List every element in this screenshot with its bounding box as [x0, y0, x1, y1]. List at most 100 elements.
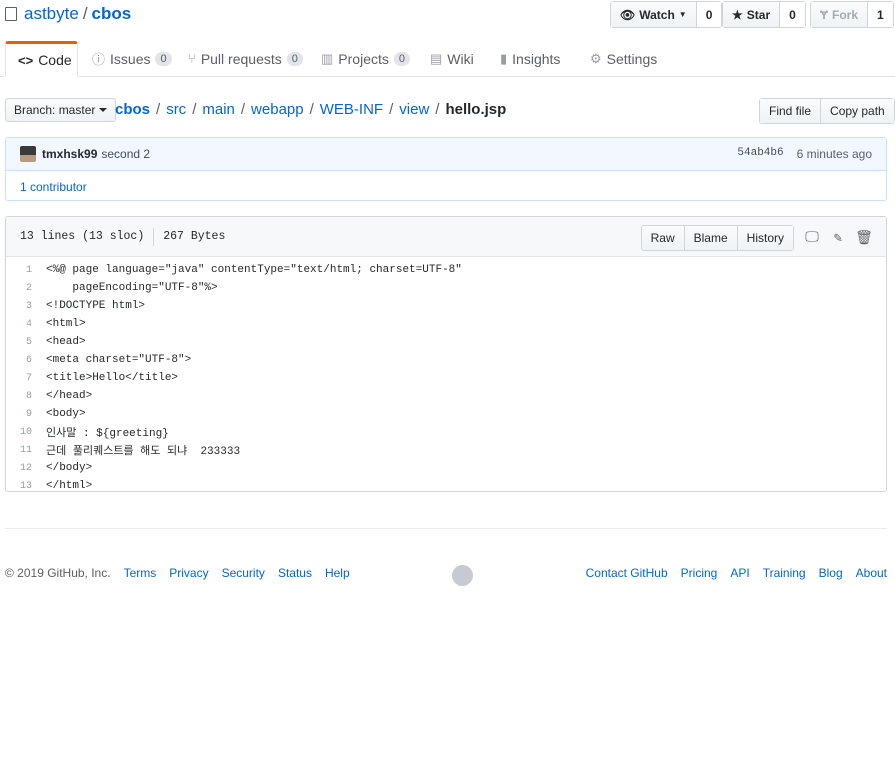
- tab-issues[interactable]: ⓘ Issues 0: [80, 41, 184, 76]
- repo-owner-link[interactable]: astbyte: [24, 4, 79, 24]
- tab-settings[interactable]: ⚙ Settings: [578, 41, 669, 76]
- tab-insights[interactable]: ▮ Insights: [488, 41, 572, 76]
- footer-link-blog[interactable]: Blog: [819, 566, 843, 580]
- fork-count[interactable]: 1: [868, 2, 893, 27]
- footer-link-api[interactable]: API: [730, 566, 749, 580]
- footer-link-privacy[interactable]: Privacy: [169, 566, 208, 580]
- code-line: 3 <!DOCTYPE html>: [6, 297, 886, 315]
- book-icon: ▤: [430, 50, 443, 66]
- line-number[interactable]: 3: [6, 301, 46, 312]
- line-number[interactable]: 1: [6, 265, 46, 276]
- line-content: <!DOCTYPE html>: [46, 300, 146, 312]
- footer-left: © 2019 GitHub, Inc. Terms Privacy Securi…: [5, 566, 350, 580]
- line-content: <%@ page language="java" contentType="te…: [46, 264, 462, 276]
- line-number[interactable]: 13: [6, 481, 46, 492]
- avatar[interactable]: [20, 146, 36, 162]
- code-line: 9 <body>: [6, 405, 886, 423]
- file-header: 13 lines (13 sloc) 267 Bytes Raw Blame H…: [6, 217, 886, 257]
- line-number[interactable]: 7: [6, 373, 46, 384]
- tab-projects[interactable]: ▥ Projects 0: [309, 41, 422, 76]
- watch-count[interactable]: 0: [696, 2, 722, 27]
- issues-counter: 0: [155, 51, 172, 66]
- code-line: 12 </body>: [6, 459, 886, 477]
- star-count[interactable]: 0: [780, 2, 805, 27]
- graph-icon: ▮: [500, 50, 508, 66]
- footer-link-pricing[interactable]: Pricing: [681, 566, 718, 580]
- code-line: 6 <meta charset="UTF-8">: [6, 351, 886, 369]
- code-icon: <>: [18, 52, 34, 68]
- star-group: ★ Star 0: [722, 1, 806, 28]
- history-button[interactable]: History: [737, 226, 793, 250]
- tab-label: Issues: [110, 50, 151, 67]
- code-line: 10 인사말 : ${greeting}: [6, 423, 886, 441]
- star-button[interactable]: ★ Star: [723, 2, 781, 27]
- file-lines-info: 13 lines (13 sloc): [20, 230, 145, 243]
- tab-label: Code: [38, 52, 72, 68]
- fork-button[interactable]: Ɏ Fork: [811, 2, 869, 27]
- breadcrumb-item[interactable]: src: [166, 101, 186, 118]
- line-number[interactable]: 10: [6, 427, 46, 438]
- fork-label: Fork: [832, 7, 859, 22]
- find-file-button[interactable]: Find file: [760, 99, 822, 123]
- desktop-icon[interactable]: 🖵: [804, 230, 820, 246]
- footer-link-about[interactable]: About: [856, 566, 887, 580]
- line-number[interactable]: 12: [6, 463, 46, 474]
- repo-separator: /: [82, 4, 88, 23]
- tab-wiki[interactable]: ▤ Wiki: [418, 41, 486, 76]
- line-number[interactable]: 11: [6, 445, 46, 456]
- line-number[interactable]: 6: [6, 355, 46, 366]
- footer-link-status[interactable]: Status: [278, 566, 312, 580]
- footer-link-training[interactable]: Training: [763, 566, 806, 580]
- code-line: 13 </html>: [6, 477, 886, 495]
- trash-icon[interactable]: 🗑: [855, 230, 873, 247]
- github-logo-icon[interactable]: [452, 565, 473, 586]
- raw-button[interactable]: Raw: [641, 226, 685, 250]
- footer-copyright: © 2019 GitHub, Inc.: [5, 566, 111, 580]
- breadcrumb-item[interactable]: cbos: [115, 101, 150, 118]
- line-number[interactable]: 5: [6, 337, 46, 348]
- line-number[interactable]: 8: [6, 391, 46, 402]
- breadcrumb-separator: /: [435, 101, 440, 118]
- breadcrumb: cbos / src / main / webapp / WEB-INF / view / …: [115, 101, 506, 118]
- file-actions: Raw Blame History 🖵 ✎ 🗑: [640, 225, 873, 251]
- footer-link-contact[interactable]: Contact GitHub: [586, 566, 668, 580]
- line-content: 인사말 : ${greeting}: [46, 428, 169, 440]
- commit-sha-link[interactable]: 54ab4b6: [737, 147, 783, 161]
- projects-counter: 0: [393, 51, 410, 66]
- footer-right: Contact GitHub Pricing API Training Blog…: [586, 566, 887, 580]
- tab-pull-requests[interactable]: ⑂ Pull requests 0: [176, 41, 315, 76]
- breadcrumb-separator: /: [309, 101, 314, 118]
- watch-button[interactable]: 👁 Watch ▼: [611, 2, 697, 27]
- code-line: 5 <head>: [6, 333, 886, 351]
- star-label: Star: [746, 7, 771, 22]
- line-content: </head>: [46, 390, 93, 402]
- line-number[interactable]: 2: [6, 283, 46, 294]
- repo-name-link[interactable]: cbos: [92, 4, 132, 24]
- pull-request-icon: ⑂: [188, 51, 196, 66]
- eye-icon: 👁: [620, 7, 636, 22]
- breadcrumb-item[interactable]: main: [202, 101, 235, 118]
- breadcrumb-item[interactable]: webapp: [251, 101, 304, 118]
- copy-path-button[interactable]: Copy path: [821, 99, 894, 123]
- contributors-link[interactable]: 1 contributor: [20, 180, 87, 194]
- line-number[interactable]: 4: [6, 319, 46, 330]
- footer-link-security[interactable]: Security: [222, 566, 265, 580]
- blame-button[interactable]: Blame: [684, 226, 738, 250]
- commit-author-link[interactable]: tmxhsk99: [42, 147, 97, 161]
- divider: [153, 227, 155, 246]
- footer-divider: [5, 528, 887, 529]
- tab-code[interactable]: <> Code: [5, 41, 78, 77]
- pencil-icon[interactable]: ✎: [830, 230, 846, 247]
- line-content: <html>: [46, 318, 86, 330]
- breadcrumb-item[interactable]: WEB-INF: [320, 101, 383, 118]
- tab-label: Wiki: [447, 50, 474, 67]
- line-number[interactable]: 9: [6, 409, 46, 420]
- commit-message-link[interactable]: second 2: [101, 147, 150, 161]
- breadcrumb-item[interactable]: view: [399, 101, 429, 118]
- footer-link-terms[interactable]: Terms: [124, 566, 157, 580]
- chevron-down-icon: ▼: [678, 10, 687, 19]
- line-content: <head>: [46, 336, 86, 348]
- commit-summary: tmxhsk99 second 2 54ab4b6 6 minutes ago: [6, 138, 886, 171]
- footer-link-help[interactable]: Help: [325, 566, 350, 580]
- branch-select-button[interactable]: Branch: master: [5, 98, 117, 122]
